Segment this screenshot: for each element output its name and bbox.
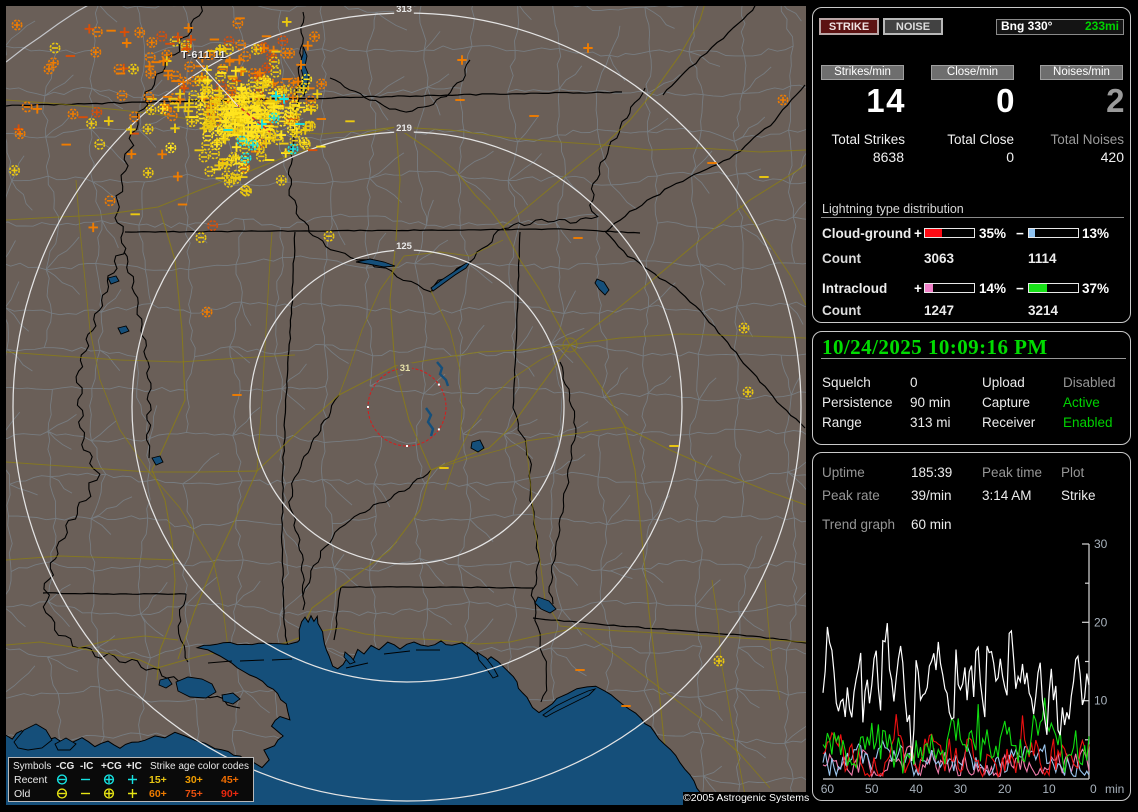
svg-text:90+: 90+ — [221, 788, 239, 800]
svg-text:40: 40 — [909, 782, 923, 796]
svg-text:20: 20 — [998, 782, 1012, 796]
svg-text:10: 10 — [1042, 782, 1056, 796]
svg-text:-IC: -IC — [80, 761, 93, 772]
svg-text:125: 125 — [396, 241, 413, 252]
svg-text:+IC: +IC — [126, 761, 142, 772]
svg-text:0: 0 — [1090, 782, 1097, 796]
svg-text:min: min — [1105, 782, 1124, 796]
svg-text:50: 50 — [865, 782, 879, 796]
svg-text:75+: 75+ — [185, 788, 203, 800]
svg-text:60+: 60+ — [149, 788, 167, 800]
svg-text:15+: 15+ — [149, 774, 167, 786]
svg-text:30+: 30+ — [185, 774, 203, 786]
svg-text:-CG: -CG — [56, 761, 75, 772]
svg-text:60: 60 — [821, 782, 835, 796]
svg-text:30: 30 — [954, 782, 968, 796]
svg-text:Old: Old — [14, 788, 31, 800]
svg-text:Symbols: Symbols — [13, 761, 51, 772]
svg-text:10: 10 — [1094, 694, 1108, 708]
svg-text:45+: 45+ — [221, 774, 239, 786]
svg-text:Recent: Recent — [14, 774, 47, 786]
svg-text:20: 20 — [1094, 615, 1108, 629]
svg-text:+CG: +CG — [101, 761, 122, 772]
svg-text:Strike age color codes: Strike age color codes — [150, 761, 249, 772]
svg-text:313: 313 — [396, 6, 412, 15]
svg-text:30: 30 — [1094, 537, 1108, 551]
svg-text:31: 31 — [400, 363, 411, 374]
svg-text:219: 219 — [396, 123, 412, 134]
svg-text:T-611 11: T-611 11 — [181, 49, 226, 61]
